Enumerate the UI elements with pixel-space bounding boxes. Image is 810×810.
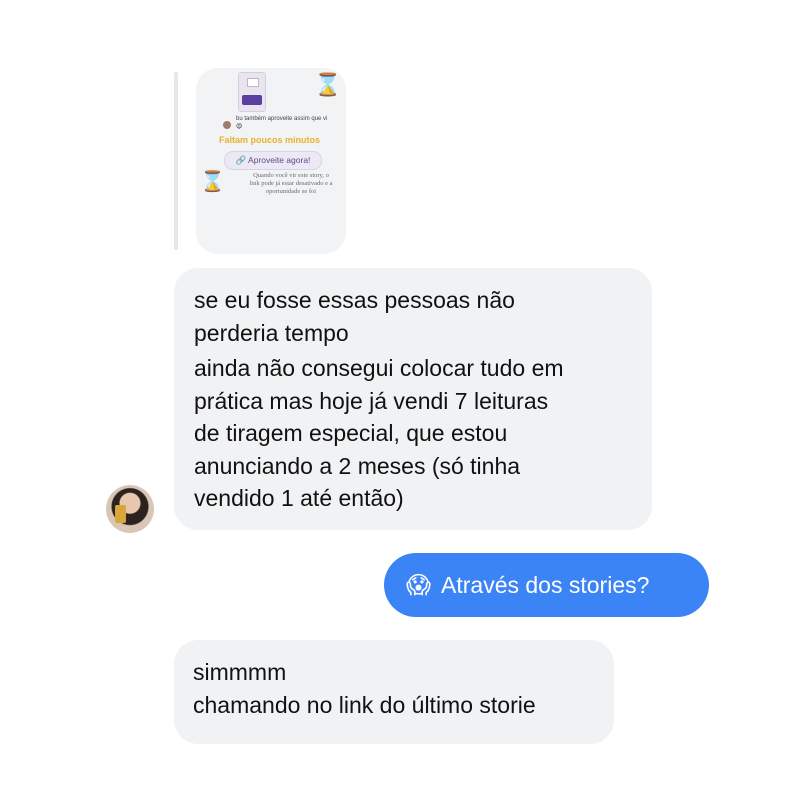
- message-line: prática mas hoje já vendi 7 leituras: [194, 387, 549, 414]
- hourglass-icon: ⌛: [200, 171, 225, 193]
- message-line: vendido 1 até então): [194, 485, 404, 511]
- hourglass-icon: ⌛: [314, 72, 342, 97]
- message-line: ainda não consegui colocar tudo em: [194, 355, 564, 381]
- tarot-card-icon: [115, 505, 126, 523]
- story-reply-preview[interactable]: ⌛ bu também aproveite assim que vi 😍 Fal…: [196, 68, 346, 254]
- story-caption: bu também aproveite assim que vi: [236, 116, 328, 122]
- story-mini-avatar: [223, 121, 231, 129]
- message-line: anunciando a 2 meses (só tinha: [194, 452, 521, 479]
- story-urgent-text: Faltam poucos minutos: [219, 135, 321, 145]
- story-thumbnail: [238, 72, 266, 112]
- contact-avatar[interactable]: [106, 485, 154, 533]
- message-line: de tiragem especial, que estou: [194, 420, 508, 446]
- incoming-message-bubble[interactable]: simmmm chamando no link do último storie: [174, 640, 614, 744]
- picture-frame-icon: [247, 78, 259, 87]
- incoming-message-bubble[interactable]: se eu fosse essas pessoas não perderia t…: [174, 268, 652, 530]
- story-note: Quando você vir este story, o link pode …: [249, 172, 333, 195]
- sofa-icon: [242, 95, 262, 105]
- message-line: simmmm: [193, 659, 287, 685]
- message-text: Através dos stories?: [441, 572, 650, 598]
- outgoing-message-bubble[interactable]: 😱 Através dos stories?: [384, 553, 709, 617]
- scream-emoji-icon: 😱: [406, 572, 432, 599]
- message-line: chamando no link do último storie: [193, 691, 536, 718]
- story-caption-emoji: 😍: [236, 124, 243, 130]
- message-line: perderia tempo: [194, 319, 349, 346]
- bottom-blank-area: [0, 744, 810, 810]
- story-link-button[interactable]: 🔗 Aproveite agora!: [224, 151, 322, 170]
- story-reply-indicator: [174, 72, 178, 250]
- message-line: se eu fosse essas pessoas não: [194, 287, 515, 313]
